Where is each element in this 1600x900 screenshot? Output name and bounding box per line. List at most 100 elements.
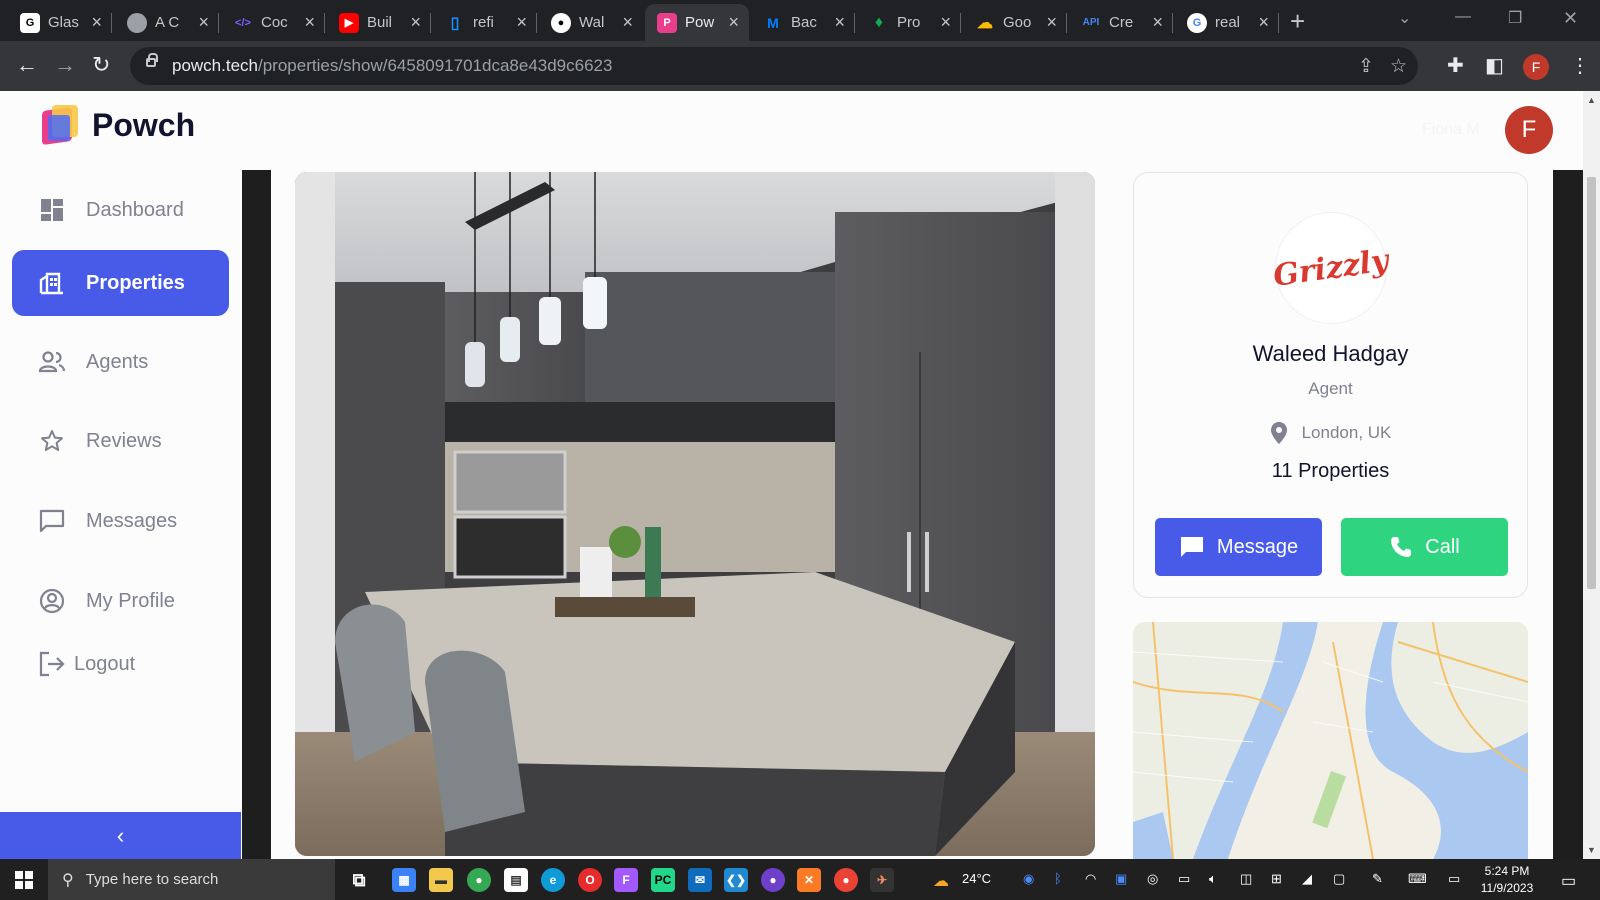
reload-icon[interactable]: ↻ — [92, 53, 110, 77]
xampp-icon[interactable]: ✕ — [797, 868, 821, 892]
bookmark-star-icon[interactable]: ☆ — [1390, 55, 1407, 78]
close-tab-icon[interactable]: × — [91, 12, 102, 33]
volume-icon[interactable]: 🔈︎ — [1209, 871, 1217, 887]
task-view-icon[interactable]: ⧉ — [347, 868, 371, 892]
microsoft-store-icon[interactable]: ▦ — [392, 868, 416, 892]
close-tab-icon[interactable]: × — [728, 12, 739, 33]
extensions-icon[interactable]: ✚ — [1447, 53, 1464, 78]
close-tab-icon[interactable]: × — [1258, 12, 1269, 33]
browser-menu-icon[interactable]: ⋮ — [1570, 53, 1590, 78]
close-window-icon[interactable]: ✕ — [1563, 8, 1578, 29]
weather-temperature[interactable]: 24°C — [962, 871, 991, 886]
sidebar-item-dashboard[interactable]: Dashboard — [12, 177, 229, 243]
forward-icon[interactable]: → — [54, 53, 76, 77]
display-icon[interactable]: ▢ — [1333, 871, 1345, 887]
close-tab-icon[interactable]: × — [622, 12, 633, 33]
github-icon: ● — [551, 12, 571, 33]
page-scrollbar[interactable]: ▲ ▼ — [1583, 91, 1600, 859]
message-button[interactable]: Message — [1155, 518, 1322, 576]
browser-tab[interactable]: M Bac × — [751, 4, 855, 41]
battery-icon[interactable]: ▭ — [1178, 871, 1190, 887]
tab-title: Bac — [791, 14, 817, 31]
github-desktop-icon[interactable]: ● — [761, 868, 785, 892]
scroll-up-icon[interactable]: ▲ — [1587, 95, 1596, 105]
browser-tab[interactable]: G Glas × — [8, 4, 112, 41]
sidebar-item-label: My Profile — [86, 589, 175, 612]
close-tab-icon[interactable]: × — [516, 12, 527, 33]
browser-tab[interactable]: ▯ refi × — [433, 4, 537, 41]
address-bar[interactable]: powch.tech/properties/show/6458091701dca… — [130, 47, 1418, 85]
network-icon[interactable]: ◠ — [1085, 871, 1096, 887]
location-map[interactable] — [1133, 622, 1528, 859]
file-explorer-icon[interactable]: ▬ — [429, 868, 453, 892]
sidebar-item-my-profile[interactable]: My Profile — [12, 568, 229, 634]
property-photo[interactable] — [295, 172, 1095, 856]
chrome-icon[interactable]: ● — [467, 868, 491, 892]
browser-tab[interactable]: ▶ Buil × — [327, 4, 431, 41]
close-tab-icon[interactable]: × — [1152, 12, 1163, 33]
browser-tab-active[interactable]: P Pow × — [645, 4, 749, 41]
tray-windows-icon[interactable]: ⊞ — [1271, 871, 1282, 887]
mail-icon[interactable]: ✉ — [688, 868, 712, 892]
close-tab-icon[interactable]: × — [940, 12, 951, 33]
close-tab-icon[interactable]: × — [304, 12, 315, 33]
logout-icon — [39, 651, 65, 677]
logout-button[interactable]: Logout — [38, 651, 135, 677]
browser-tab[interactable]: ☁ Goo × — [963, 4, 1067, 41]
side-panel-icon[interactable]: ◧ — [1485, 53, 1504, 78]
vscode-icon[interactable]: ❮❯ — [724, 868, 748, 892]
browser-tab[interactable]: ♦ Pro × — [857, 4, 961, 41]
windows-start-icon[interactable] — [15, 871, 33, 889]
opera-icon[interactable]: O — [578, 868, 602, 892]
meet-now-icon[interactable]: ◫ — [1240, 871, 1252, 887]
tray-app-icon[interactable]: ◉ — [1023, 871, 1034, 887]
wifi-icon[interactable]: ◢ — [1302, 871, 1312, 887]
ime-icon[interactable]: ▭ — [1448, 871, 1460, 887]
postman-icon[interactable]: ✈ — [870, 868, 894, 892]
weather-icon[interactable]: ☁ — [933, 871, 949, 891]
url-path: /properties/show/6458091701dca8e43d9c662… — [258, 56, 613, 75]
tab-search-icon[interactable]: ⌄ — [1398, 8, 1411, 28]
browser-profile-avatar[interactable]: F — [1523, 54, 1549, 80]
share-icon[interactable]: ⇪ — [1358, 55, 1374, 78]
figma-icon[interactable]: F — [614, 868, 638, 892]
minimize-icon[interactable]: — — [1455, 8, 1471, 26]
scrollbar-thumb[interactable] — [1587, 177, 1596, 589]
close-tab-icon[interactable]: × — [198, 12, 209, 33]
chrome-tray-icon[interactable]: ◎ — [1147, 871, 1158, 887]
pycharm-icon[interactable]: PC — [651, 868, 675, 892]
keyboard-icon[interactable]: ⌨ — [1408, 871, 1427, 887]
notepad-icon[interactable]: ▤ — [504, 868, 528, 892]
browser-tab[interactable]: ● Wal × — [539, 4, 643, 41]
sidebar-item-reviews[interactable]: Reviews — [12, 408, 229, 474]
close-tab-icon[interactable]: × — [410, 12, 421, 33]
new-tab-icon[interactable]: + — [1290, 6, 1305, 37]
close-tab-icon[interactable]: × — [834, 12, 845, 33]
restore-icon[interactable]: ❐ — [1508, 8, 1522, 28]
agent-name: Waleed Hadgay — [1252, 341, 1409, 366]
browser-tab[interactable]: A C × — [115, 4, 219, 41]
pen-icon[interactable]: ✎ — [1372, 871, 1383, 887]
url-text[interactable]: powch.tech/properties/show/6458091701dca… — [172, 56, 612, 76]
scroll-down-icon[interactable]: ▼ — [1587, 845, 1596, 855]
notifications-icon[interactable]: ▭ — [1561, 871, 1576, 891]
taskbar-search-box[interactable]: ⚲ Type here to search — [48, 859, 335, 900]
header-avatar[interactable]: F — [1505, 106, 1553, 154]
sidebar-item-properties[interactable]: Properties — [12, 250, 229, 316]
call-button[interactable]: Call — [1341, 518, 1508, 576]
bluetooth-icon[interactable]: ᛒ — [1054, 871, 1062, 886]
tray-app2-icon[interactable]: ▣ — [1115, 871, 1127, 887]
app-logo[interactable]: Powch — [42, 105, 195, 146]
browser-tab[interactable]: API Cre × — [1069, 4, 1173, 41]
browser-tab[interactable]: </> Coc × — [221, 4, 325, 41]
taskbar-clock[interactable]: 5:24 PM 11/9/2023 — [1467, 863, 1547, 897]
sidebar-collapse-button[interactable]: ‹ — [0, 812, 241, 859]
back-icon[interactable]: ← — [16, 53, 38, 77]
close-tab-icon[interactable]: × — [1046, 12, 1057, 33]
edge-icon[interactable]: e — [541, 868, 565, 892]
chrome-profile-icon[interactable]: ● — [834, 868, 858, 892]
browser-tab[interactable]: G real × — [1175, 4, 1279, 41]
sidebar-item-agents[interactable]: Agents — [12, 329, 229, 395]
sidebar-item-messages[interactable]: Messages — [12, 488, 229, 554]
search-icon: ⚲ — [62, 871, 74, 889]
